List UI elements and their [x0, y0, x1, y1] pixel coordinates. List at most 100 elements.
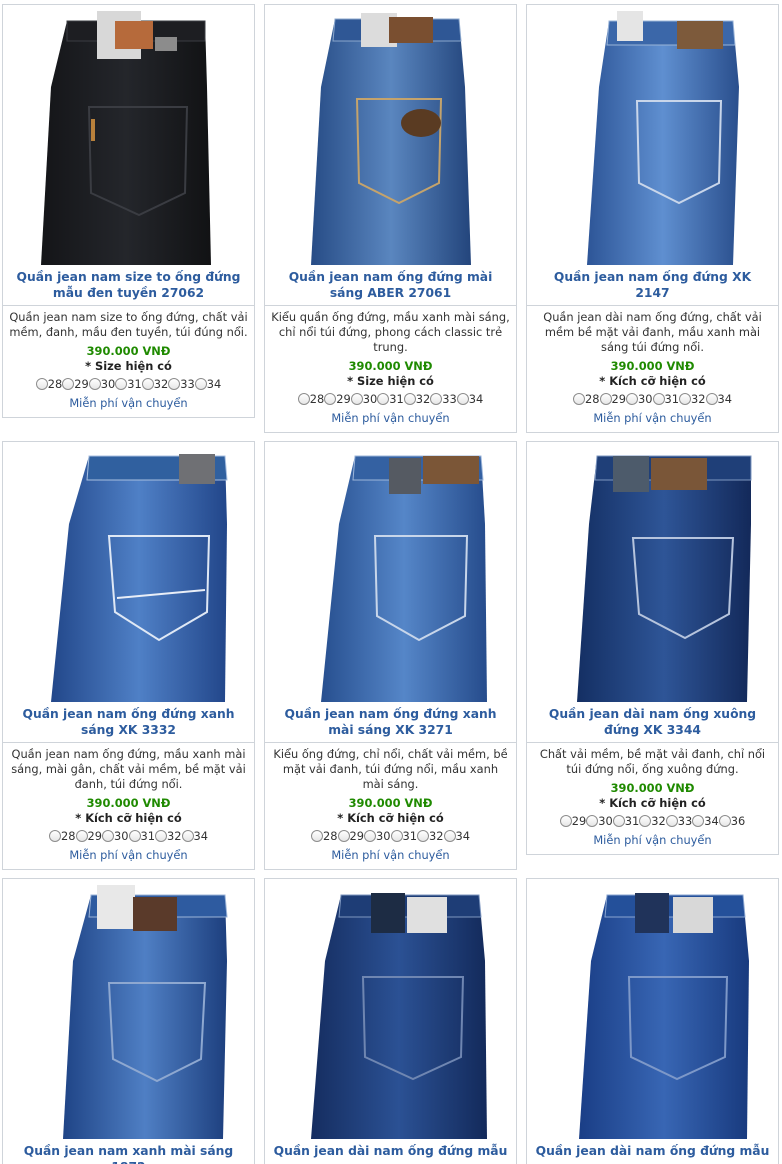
size-option-28[interactable]: 28 [35, 376, 62, 392]
size-radio[interactable] [443, 830, 456, 842]
size-radio[interactable] [324, 393, 337, 405]
size-radio[interactable] [311, 830, 323, 842]
size-option-28[interactable]: 28 [311, 828, 338, 844]
size-option-30[interactable]: 30 [626, 391, 653, 407]
product-image[interactable] [527, 5, 778, 267]
size-radio[interactable] [88, 378, 101, 390]
size-radio[interactable] [168, 378, 181, 390]
size-radio[interactable] [639, 815, 652, 827]
size-radio[interactable] [62, 378, 75, 390]
size-radio[interactable] [692, 815, 705, 827]
product-title[interactable]: Quần jean nam xanh mài sáng 1872 [3, 1141, 254, 1164]
size-radio[interactable] [350, 393, 363, 405]
size-option-33[interactable]: 33 [665, 813, 692, 829]
size-option-32[interactable]: 32 [679, 391, 706, 407]
size-radio[interactable] [559, 815, 572, 827]
product-title[interactable]: Quần jean nam ống đứng xanh sáng XK 3332 [3, 704, 254, 742]
size-radio[interactable] [417, 830, 429, 842]
free-shipping-link[interactable]: Miễn phí vận chuyển [527, 411, 778, 426]
product-title[interactable]: Quần jean nam size to ống đứng mẫu đen t… [3, 267, 254, 305]
free-shipping-link[interactable]: Miễn phí vận chuyển [527, 833, 778, 848]
size-radio[interactable] [337, 830, 350, 842]
size-radio[interactable] [194, 378, 207, 390]
size-option-36[interactable]: 36 [718, 813, 745, 829]
product-title[interactable]: Quần jean dài nam ống đứng mẫu [527, 1141, 778, 1163]
size-radio[interactable] [390, 830, 403, 842]
free-shipping-link[interactable]: Miễn phí vận chuyển [3, 396, 254, 411]
size-radio[interactable] [102, 830, 114, 842]
size-option-34[interactable]: 34 [443, 828, 470, 844]
product-title[interactable]: Quần jean dài nam ống xuông đứng XK 3344 [527, 704, 778, 742]
size-radio[interactable] [679, 393, 691, 405]
size-option-32[interactable]: 32 [141, 376, 168, 392]
size-option-30[interactable]: 30 [102, 828, 129, 844]
size-option-33[interactable]: 33 [430, 391, 457, 407]
size-option-34[interactable]: 34 [181, 828, 208, 844]
size-option-30[interactable]: 30 [350, 391, 377, 407]
free-shipping-link[interactable]: Miễn phí vận chuyển [3, 848, 254, 863]
size-option-31[interactable]: 31 [377, 391, 404, 407]
size-option-31[interactable]: 31 [128, 828, 155, 844]
size-option-29[interactable]: 29 [62, 376, 89, 392]
product-image[interactable] [3, 442, 254, 704]
size-radio[interactable] [75, 830, 88, 842]
size-option-32[interactable]: 32 [155, 828, 182, 844]
product-image[interactable] [3, 5, 254, 267]
free-shipping-link[interactable]: Miễn phí vận chuyển [265, 848, 516, 863]
size-radio[interactable] [586, 815, 599, 827]
size-option-30[interactable]: 30 [586, 813, 613, 829]
size-option-31[interactable]: 31 [612, 813, 639, 829]
size-option-32[interactable]: 32 [403, 391, 430, 407]
size-radio[interactable] [705, 393, 718, 405]
size-radio[interactable] [626, 393, 638, 405]
size-radio[interactable] [377, 393, 390, 405]
free-shipping-link[interactable]: Miễn phí vận chuyển [265, 411, 516, 426]
size-option-31[interactable]: 31 [652, 391, 679, 407]
size-radio[interactable] [128, 830, 141, 842]
product-image[interactable] [265, 879, 516, 1141]
size-option-34[interactable]: 34 [194, 376, 221, 392]
size-option-34[interactable]: 34 [692, 813, 719, 829]
size-option-29[interactable]: 29 [599, 391, 626, 407]
product-image[interactable] [527, 879, 778, 1141]
product-image[interactable] [3, 879, 254, 1141]
size-option-29[interactable]: 29 [324, 391, 351, 407]
size-radio[interactable] [49, 830, 61, 842]
size-radio[interactable] [456, 393, 469, 405]
size-radio[interactable] [181, 830, 194, 842]
size-radio[interactable] [430, 393, 443, 405]
size-option-28[interactable]: 28 [297, 391, 324, 407]
size-radio[interactable] [297, 393, 310, 405]
size-option-31[interactable]: 31 [115, 376, 142, 392]
size-option-29[interactable]: 29 [559, 813, 586, 829]
product-title[interactable]: Quần jean nam ống đứng mài sáng ABER 270… [265, 267, 516, 305]
product-image[interactable] [265, 442, 516, 704]
size-option-30[interactable]: 30 [88, 376, 115, 392]
size-option-30[interactable]: 30 [364, 828, 391, 844]
product-image[interactable] [265, 5, 516, 267]
size-radio[interactable] [718, 815, 731, 827]
size-radio[interactable] [652, 393, 665, 405]
size-option-33[interactable]: 33 [168, 376, 195, 392]
size-option-29[interactable]: 29 [337, 828, 364, 844]
size-radio[interactable] [364, 830, 376, 842]
size-option-34[interactable]: 34 [456, 391, 483, 407]
size-radio[interactable] [612, 815, 625, 827]
size-radio[interactable] [141, 378, 154, 390]
size-radio[interactable] [115, 378, 128, 390]
product-title[interactable]: Quần jean dài nam ống đứng mẫu [265, 1141, 516, 1163]
size-option-32[interactable]: 32 [639, 813, 666, 829]
size-option-31[interactable]: 31 [390, 828, 417, 844]
size-radio[interactable] [403, 393, 416, 405]
size-option-32[interactable]: 32 [417, 828, 444, 844]
size-option-28[interactable]: 28 [573, 391, 600, 407]
size-radio[interactable] [665, 815, 678, 827]
size-radio[interactable] [35, 378, 48, 390]
product-image[interactable] [527, 442, 778, 704]
size-radio[interactable] [155, 830, 167, 842]
size-option-34[interactable]: 34 [705, 391, 732, 407]
size-option-29[interactable]: 29 [75, 828, 102, 844]
size-radio[interactable] [599, 393, 612, 405]
product-title[interactable]: Quần jean nam ống đứng xanh mài sáng XK … [265, 704, 516, 742]
size-option-28[interactable]: 28 [49, 828, 76, 844]
